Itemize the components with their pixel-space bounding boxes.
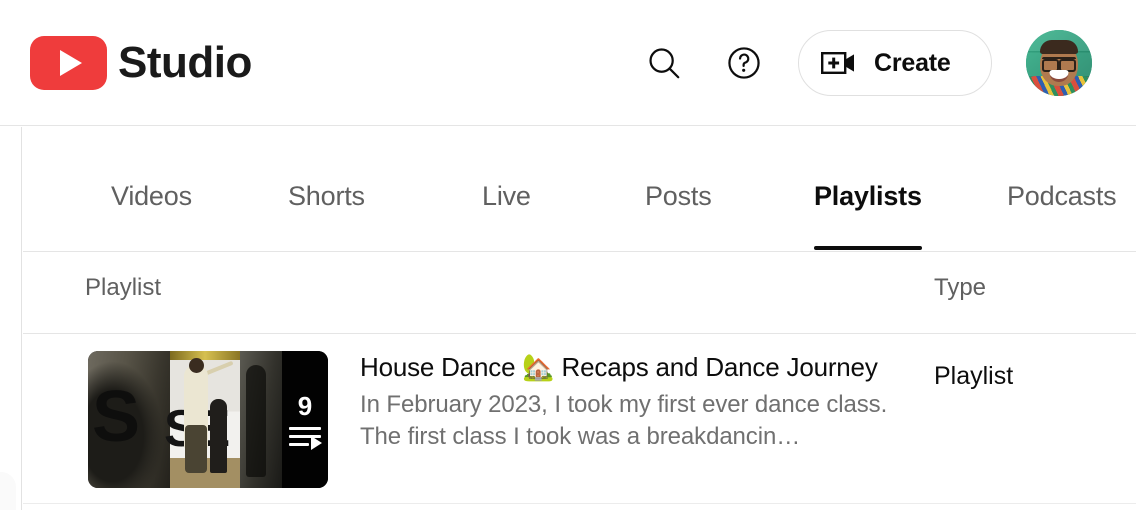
avatar-hair xyxy=(1040,40,1078,54)
header-actions: Create xyxy=(636,0,1136,126)
tab-live[interactable]: Live xyxy=(482,181,531,251)
playlist-title[interactable]: House Dance 🏡 Recaps and Dance Journey xyxy=(360,350,908,384)
thumbnail-wall-letter: S xyxy=(92,377,140,457)
tab-videos-label: Videos xyxy=(111,181,192,211)
tab-posts[interactable]: Posts xyxy=(645,181,712,251)
column-header-type: Type xyxy=(934,274,987,301)
avatar-glasses xyxy=(1042,57,1076,72)
playlist-icon-play-triangle xyxy=(311,435,322,450)
help-icon-glyph xyxy=(728,47,760,79)
playlist-icon-line xyxy=(289,442,309,446)
nav-drawer-peek-handle[interactable] xyxy=(0,472,16,510)
tab-playlists[interactable]: Playlists xyxy=(814,181,922,251)
tab-playlists-label: Playlists xyxy=(814,181,922,211)
question-mark-circle-icon[interactable] xyxy=(716,35,772,91)
table-header-row: Playlist Type xyxy=(23,252,1136,334)
youtube-studio-page: Studio Create Videos Shorts Live Posts P… xyxy=(0,0,1136,510)
content-tabs: Videos Shorts Live Posts Playlists Podca… xyxy=(23,127,1136,252)
content-area: Videos Shorts Live Posts Playlists Podca… xyxy=(23,127,1136,510)
search-icon-glyph xyxy=(649,48,680,79)
thumbnail-banner xyxy=(170,351,240,360)
playlist-thumbnail[interactable]: S SE 9 xyxy=(88,351,328,488)
thumbnail-count-overlay: 9 xyxy=(282,351,328,488)
thumbnail-video-count: 9 xyxy=(297,390,313,421)
tab-videos[interactable]: Videos xyxy=(111,181,192,251)
studio-logo[interactable]: Studio xyxy=(30,36,252,90)
thumbnail-center-photo: SE xyxy=(164,351,240,488)
create-button-label: Create xyxy=(874,48,951,77)
search-icon[interactable] xyxy=(636,35,692,91)
tab-shorts-label: Shorts xyxy=(288,181,365,211)
tab-posts-label: Posts xyxy=(645,181,712,211)
app-header: Studio Create xyxy=(0,0,1136,126)
tab-active-underline xyxy=(814,246,922,250)
avatar[interactable] xyxy=(1026,30,1092,96)
thumbnail-right-blur xyxy=(240,351,282,488)
video-camera-plus-icon xyxy=(821,51,854,75)
tab-podcasts-label: Podcasts xyxy=(1007,181,1117,211)
thumbnail-dancer-primary-head xyxy=(189,358,204,373)
youtube-play-logo-icon xyxy=(30,36,107,90)
play-triangle-shape xyxy=(60,50,82,76)
column-header-playlist: Playlist xyxy=(85,274,162,301)
table-row[interactable]: S SE 9 xyxy=(23,334,1136,504)
thumbnail-dancer-secondary xyxy=(210,399,227,473)
tab-live-label: Live xyxy=(482,181,531,211)
playlist-description: In February 2023, I took my first ever d… xyxy=(360,391,888,450)
thumbnail-dancer-primary-legs xyxy=(185,425,207,473)
playlist-text-block: House Dance 🏡 Recaps and Dance Journey I… xyxy=(360,350,908,453)
thumbnail-left-blur: S xyxy=(88,351,170,488)
tab-podcasts[interactable]: Podcasts xyxy=(1007,181,1117,251)
playlist-icon-line xyxy=(289,426,321,430)
studio-wordmark: Studio xyxy=(118,38,252,87)
create-button[interactable]: Create xyxy=(798,30,992,96)
left-nav-rail xyxy=(0,127,22,510)
playlist-stack-play-icon xyxy=(289,426,322,450)
thumbnail-blurred-figure xyxy=(246,365,266,477)
playlist-type-value: Playlist xyxy=(934,362,1014,390)
tab-shorts[interactable]: Shorts xyxy=(288,181,365,251)
